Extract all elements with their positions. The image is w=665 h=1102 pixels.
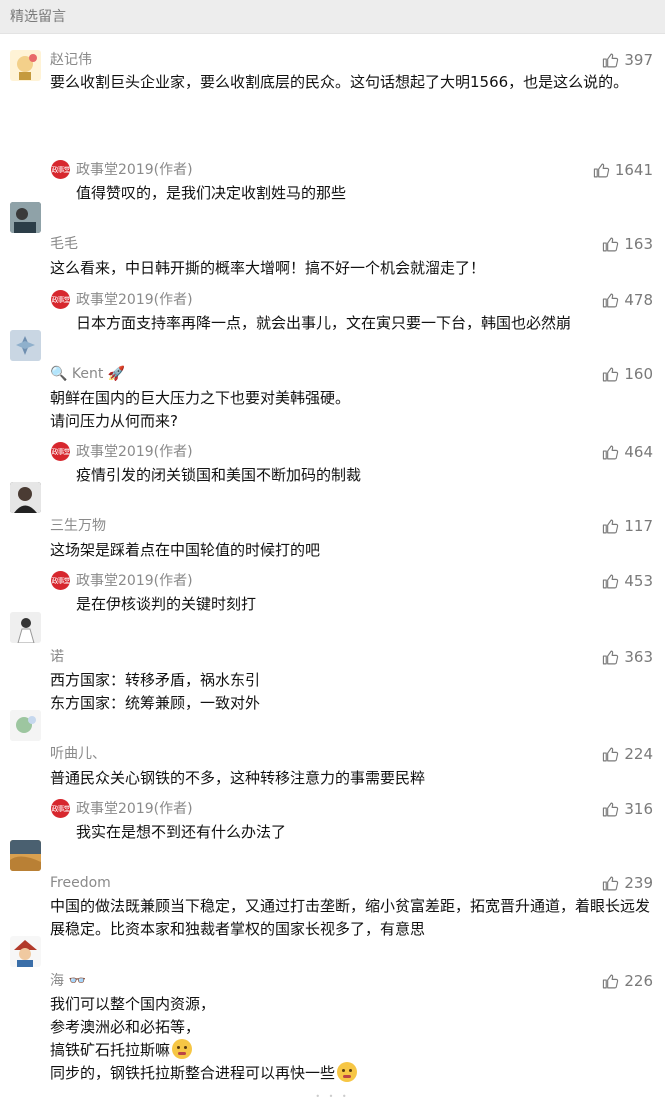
reply-like-button[interactable]: 453: [602, 572, 653, 590]
user-avatar[interactable]: [10, 50, 41, 81]
author-reply-text: 是在伊核谈判的关键时刻打: [76, 595, 257, 613]
comment-text: 普通民众关心钢铁的不多，这种转移注意力的事需要民粹: [50, 767, 651, 790]
user-avatar[interactable]: [10, 840, 41, 871]
thumbs-up-icon: [602, 973, 619, 990]
user-avatar[interactable]: [10, 936, 41, 967]
thumbs-up-icon: [602, 518, 619, 535]
section-title: 精选留言: [10, 9, 66, 25]
comment-line: 我们可以整个国内资源，: [50, 995, 216, 1013]
thumbs-up-icon: [602, 801, 619, 818]
thumbs-up-icon: [602, 444, 619, 461]
commenter-name[interactable]: Freedom: [50, 874, 111, 892]
user-avatar[interactable]: [10, 612, 41, 643]
like-count: 1641: [614, 161, 653, 179]
user-avatar[interactable]: [10, 710, 41, 741]
reply-like-button[interactable]: 464: [602, 443, 653, 461]
thumbs-up-icon: [602, 875, 619, 892]
reply-like-button[interactable]: 478: [602, 291, 653, 309]
comment-text: 这么看来，中日韩开撕的概率大增啊！搞不好一个机会就溜走了！: [50, 257, 651, 280]
author-reply-text: 日本方面支持率再降一点，就会出事儿，文在寅只要一下台，韩国也必然崩: [76, 314, 572, 332]
author-reply-name: 政事堂2019(作者): [76, 573, 193, 589]
like-count: 160: [624, 365, 653, 383]
like-button[interactable]: 363: [602, 648, 653, 666]
like-count: 163: [624, 235, 653, 253]
author-avatar[interactable]: 政事堂: [51, 290, 70, 309]
user-avatar[interactable]: [10, 202, 41, 233]
page-indicator-dots: • • •: [315, 1092, 350, 1101]
comment-line: 请问压力从何而来?: [50, 412, 178, 430]
author-reply-text: 值得赞叹的，是我们决定收割姓马的那些: [76, 184, 347, 202]
commenter-name[interactable]: 三生万物: [50, 517, 106, 535]
comment-line: 同步的，钢铁托拉斯整合进程可以再快一些: [50, 1062, 651, 1085]
comment-list: 赵记伟 397 要么收割巨头企业家，要么收割底层的民众。这句话想起了大明1566…: [0, 34, 665, 1082]
like-button[interactable]: 117: [602, 517, 653, 535]
like-count: 453: [624, 572, 653, 590]
author-avatar[interactable]: 政事堂: [51, 160, 70, 179]
comment-text: 我们可以整个国内资源， 参考澳洲必和必拓等， 搞铁矿石托拉斯嘛 同步的，钢铁托拉…: [50, 993, 651, 1085]
like-button[interactable]: 226: [602, 972, 653, 990]
author-avatar[interactable]: 政事堂: [51, 442, 70, 461]
comment-text: 朝鲜在国内的巨大压力之下也要对美韩强硬。 请问压力从何而来?: [50, 387, 651, 433]
reply-like-button[interactable]: 316: [602, 800, 653, 818]
smirk-emoji-icon: [337, 1062, 358, 1082]
author-reply-name: 政事堂2019(作者): [76, 444, 193, 460]
comment-text: 中国的做法既兼顾当下稳定，又通过打击垄断，缩小贫富差距，拓宽晋升通道，着眼长远发…: [50, 895, 651, 941]
comment-line: 搞铁矿石托拉斯嘛: [50, 1039, 651, 1062]
author-reply-name: 政事堂2019(作者): [76, 801, 193, 817]
comment-line: 参考澳洲必和必拓等，: [50, 1018, 201, 1036]
thumbs-up-icon: [602, 573, 619, 590]
thumbs-up-icon: [602, 292, 619, 309]
like-count: 397: [624, 51, 653, 69]
thumbs-up-icon: [602, 649, 619, 666]
like-button[interactable]: 163: [602, 235, 653, 253]
like-button[interactable]: 160: [602, 365, 653, 383]
thumbs-up-icon: [602, 366, 619, 383]
like-count: 464: [624, 443, 653, 461]
comment-line: 这场架是踩着点在中国轮值的时候打的吧: [50, 541, 321, 559]
comment-line: 东方国家：统筹兼顾，一致对外: [50, 694, 261, 712]
comment-line: 中国的做法既兼顾当下稳定，又通过打击垄断，缩小贫富差距，拓宽晋升通道，着眼长远发…: [50, 897, 651, 938]
commenter-name[interactable]: 毛毛: [50, 235, 78, 253]
comment-text: 西方国家：转移矛盾，祸水东引 东方国家：统筹兼顾，一致对外: [50, 669, 651, 715]
commenter-name[interactable]: 诺: [50, 648, 64, 666]
comment-line-text: 搞铁矿石托拉斯嘛: [50, 1041, 171, 1059]
comment-line: 要么收割巨头企业家，要么收割底层的民众。这句话想起了大明1566，也是这么说的。: [50, 73, 629, 91]
comment-line: 普通民众关心钢铁的不多，这种转移注意力的事需要民粹: [50, 769, 426, 787]
author-reply-name: 政事堂2019(作者): [76, 292, 193, 308]
commenter-name[interactable]: 赵记伟: [50, 51, 92, 69]
grimace-emoji-icon: [172, 1039, 193, 1059]
like-button[interactable]: 224: [602, 745, 653, 763]
thumbs-up-icon: [602, 236, 619, 253]
like-count: 316: [624, 800, 653, 818]
author-avatar[interactable]: 政事堂: [51, 799, 70, 818]
reply-like-button[interactable]: 1641: [593, 161, 653, 179]
like-button[interactable]: 397: [602, 51, 653, 69]
like-count: 117: [624, 517, 653, 535]
like-count: 226: [624, 972, 653, 990]
like-button[interactable]: 239: [602, 874, 653, 892]
comment-line: 朝鲜在国内的巨大压力之下也要对美韩强硬。: [50, 389, 351, 407]
comment-line: 这么看来，中日韩开撕的概率大增啊！搞不好一个机会就溜走了！: [50, 259, 486, 277]
like-count: 363: [624, 648, 653, 666]
user-avatar[interactable]: [10, 330, 41, 361]
thumbs-up-icon: [602, 52, 619, 69]
author-reply-text: 疫情引发的闭关锁国和美国不断加码的制裁: [76, 466, 362, 484]
author-reply-text: 我实在是想不到还有什么办法了: [76, 823, 287, 841]
section-header: 精选留言: [0, 0, 665, 34]
author-reply-name: 政事堂2019(作者): [76, 162, 193, 178]
thumbs-up-icon: [602, 746, 619, 763]
comment-line: 西方国家：转移矛盾，祸水东引: [50, 671, 261, 689]
like-count: 239: [624, 874, 653, 892]
commenter-name[interactable]: 🔍 Kent 🚀: [50, 365, 125, 383]
comment-text: 这场架是踩着点在中国轮值的时候打的吧: [50, 539, 651, 562]
thumbs-up-icon: [593, 162, 610, 179]
comment-text: 要么收割巨头企业家，要么收割底层的民众。这句话想起了大明1566，也是这么说的。: [50, 71, 651, 94]
commenter-name[interactable]: 听曲儿、: [50, 745, 106, 763]
user-avatar[interactable]: [10, 482, 41, 513]
like-count: 478: [624, 291, 653, 309]
commenter-name[interactable]: 海 👓: [50, 972, 86, 990]
author-avatar[interactable]: 政事堂: [51, 571, 70, 590]
comment-line-text: 同步的，钢铁托拉斯整合进程可以再快一些: [50, 1064, 336, 1082]
like-count: 224: [624, 745, 653, 763]
